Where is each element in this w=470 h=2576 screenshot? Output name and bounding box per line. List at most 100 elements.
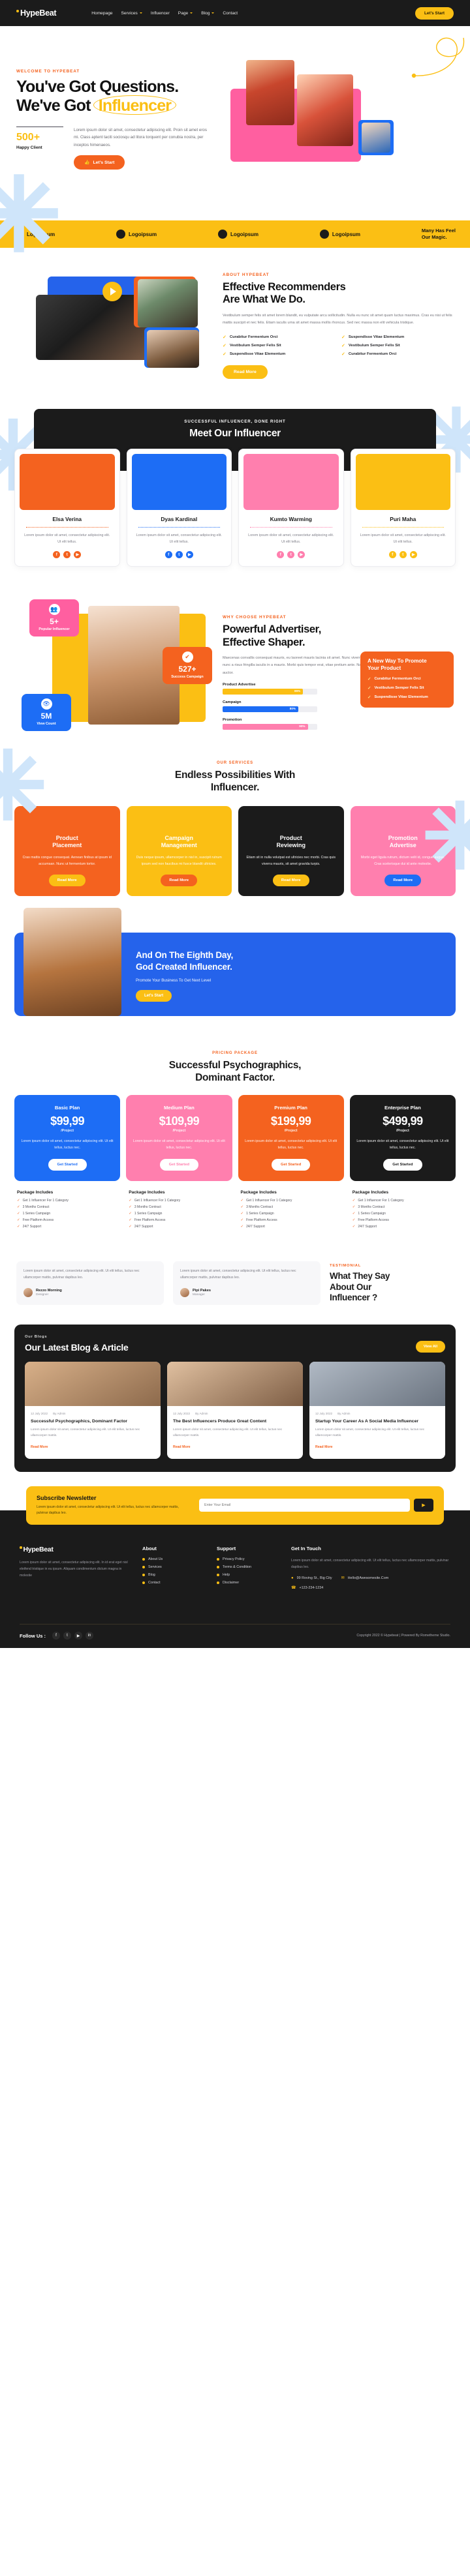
- newsletter-form: ▶: [199, 1499, 433, 1512]
- blog-card[interactable]: 12 July 2022 By Admin The Best Influence…: [167, 1361, 303, 1459]
- service-card-product-placement[interactable]: Product Placement Cras mattis congue con…: [14, 805, 120, 897]
- footer-link-about-us[interactable]: About Us: [142, 1557, 205, 1561]
- newsletter-email-input[interactable]: [199, 1499, 410, 1512]
- facebook-icon[interactable]: f: [53, 551, 61, 559]
- footer-socials: f t ▶ in: [52, 1632, 93, 1640]
- youtube-icon[interactable]: ▶: [74, 1632, 82, 1640]
- footer-email[interactable]: ✉ Hello@Awesomesite.Com: [341, 1576, 389, 1581]
- youtube-icon[interactable]: ▶: [185, 551, 193, 559]
- influencer-name: Elsa Verina: [52, 516, 82, 523]
- footer-brand-column: HypeBeat Lorem ipsum dolor sit amet, con…: [20, 1546, 131, 1590]
- nav-label: Influencer: [150, 10, 170, 16]
- testimonial-copy: TESTIMONIAL What They Say About Our Infl…: [330, 1261, 454, 1304]
- plan-get-started-button[interactable]: Get Started: [159, 1158, 198, 1171]
- service-card-promotion-advertise[interactable]: Promotion Advertise Morbi eget ligula ru…: [350, 805, 456, 897]
- check-icon: ✓: [368, 676, 371, 681]
- twitter-icon[interactable]: t: [175, 551, 183, 559]
- footer-link-blog[interactable]: Blog: [142, 1573, 205, 1577]
- pricing-card-enterprise[interactable]: Enterprise Plan $499,99 /Project Lorem i…: [349, 1095, 456, 1181]
- check-icon: ✓: [341, 344, 345, 349]
- facebook-icon[interactable]: f: [388, 551, 396, 559]
- service-read-more-button[interactable]: Read More: [384, 875, 422, 887]
- blog-post-title: Successful Psychographics, Dominant Fact…: [31, 1418, 128, 1424]
- influencer-card[interactable]: Kumto Warming Lorem ipsum dolor sit amet…: [238, 449, 344, 567]
- twitter-icon[interactable]: t: [63, 1632, 71, 1640]
- influencer-card[interactable]: Dyas Kardinal Lorem ipsum dolor sit amet…: [126, 449, 232, 567]
- header-cta-button[interactable]: Let's Start: [415, 7, 454, 20]
- youtube-icon[interactable]: ▶: [409, 551, 417, 559]
- youtube-icon[interactable]: ▶: [298, 551, 306, 559]
- hero-start-button[interactable]: 👍 Let's Start: [74, 155, 125, 170]
- pricing-card-premium[interactable]: Premium Plan $199,99 /Project Lorem ipsu…: [238, 1095, 344, 1181]
- testimonial-title-line2: About Our: [330, 1281, 372, 1292]
- facebook-icon[interactable]: f: [52, 1632, 60, 1640]
- check-icon: ✓: [352, 1224, 356, 1229]
- footer-link-terms[interactable]: Terms & Condition: [217, 1565, 279, 1569]
- blog-read-more-link[interactable]: Read More: [315, 1445, 333, 1449]
- nav-item-services[interactable]: Services: [121, 11, 142, 16]
- service-read-more-button[interactable]: Read More: [48, 875, 86, 887]
- promo-item-label: Suspendisse Vitae Elementum: [374, 695, 428, 699]
- nav-item-homepage[interactable]: Homepage: [91, 11, 112, 16]
- features-column: Package Includes ✓ Get 1 Influencer For 1…: [126, 1190, 232, 1229]
- badge-number: 5M: [40, 711, 52, 721]
- check-icon: ✓: [17, 1224, 20, 1229]
- influencer-card[interactable]: Puri Maha Lorem ipsum dolor sit amet, co…: [350, 449, 456, 567]
- plan-name: Medium Plan: [163, 1105, 195, 1111]
- nav-item-influencer[interactable]: Influencer: [151, 11, 170, 16]
- footer-link-help[interactable]: Help: [217, 1573, 279, 1577]
- check-item: ✓ Suspendisse Vitae Elementum: [223, 352, 335, 357]
- cta-start-button[interactable]: Let's Start: [136, 989, 172, 1002]
- footer-link-services[interactable]: Services: [142, 1565, 205, 1569]
- blog-title: Our Latest Blog & Article: [25, 1341, 129, 1353]
- about-read-more-button[interactable]: Read More: [223, 365, 268, 380]
- pricing-card-medium[interactable]: Medium Plan $109,99 /Project Lorem ipsum…: [126, 1095, 232, 1181]
- service-read-more-button[interactable]: Read More: [272, 875, 309, 887]
- nav-item-blog[interactable]: Blog: [201, 11, 215, 16]
- pricing-card-basic[interactable]: Basic Plan $99,99 /Project Lorem ipsum d…: [14, 1095, 121, 1181]
- linkedin-icon[interactable]: in: [86, 1632, 93, 1640]
- blog-card[interactable]: 12 July 2022 By Admin Successful Psychog…: [25, 1361, 161, 1459]
- twitter-icon[interactable]: t: [63, 551, 71, 559]
- footer-phone[interactable]: ☎ +123-234-1234: [291, 1585, 323, 1591]
- footer-link-disclaimer[interactable]: Disclaimer: [217, 1581, 279, 1585]
- twitter-icon[interactable]: t: [399, 551, 407, 559]
- service-card-product-reviewing[interactable]: Product Reviewing Etiam sit in nulla vol…: [238, 805, 344, 897]
- nav-item-page[interactable]: Page: [178, 11, 193, 16]
- facebook-icon[interactable]: f: [277, 551, 285, 559]
- twitter-icon[interactable]: t: [287, 551, 295, 559]
- influencer-desc: Lorem ipsum dolor sit amet, consectetur …: [136, 533, 222, 545]
- play-button-icon[interactable]: [102, 282, 122, 301]
- youtube-icon[interactable]: ▶: [74, 551, 82, 559]
- nav-label: Homepage: [91, 10, 113, 16]
- blog-read-more-link[interactable]: Read More: [173, 1445, 191, 1449]
- footer-link-privacy-policy[interactable]: Privacy Policy: [217, 1557, 279, 1561]
- plan-get-started-button[interactable]: Get Started: [48, 1158, 87, 1171]
- site-footer: HypeBeat Lorem ipsum dolor sit amet, con…: [0, 1510, 470, 1649]
- plan-period: /Project: [172, 1129, 186, 1133]
- check-icon: ✓: [240, 1205, 244, 1209]
- service-read-more-button[interactable]: Read More: [161, 875, 198, 887]
- nav-item-contact[interactable]: Contact: [223, 11, 238, 16]
- testimonial-quote: Lorem ipsum dolor sit amet, consectetur …: [24, 1268, 140, 1280]
- plan-name: Enterprise Plan: [384, 1105, 421, 1111]
- pricing-features: Package Includes ✓ Get 1 Influencer For 1…: [14, 1190, 456, 1229]
- brand-logo[interactable]: HypeBeat: [16, 8, 57, 18]
- blog-card[interactable]: 12 July 2022 By Admin Startup Your Caree…: [309, 1361, 445, 1459]
- facebook-icon[interactable]: f: [164, 551, 172, 559]
- blog-read-more-link[interactable]: Read More: [31, 1445, 48, 1449]
- cta-subtitle: Promote Your Business To Get Next Level: [136, 978, 212, 983]
- footer-link-contact[interactable]: Contact: [142, 1581, 205, 1585]
- footer-logo[interactable]: HypeBeat: [20, 1546, 131, 1553]
- check-icon: ✓: [17, 1205, 20, 1209]
- feature-item: ✓ 1 Series Campaign: [352, 1212, 453, 1216]
- blog-view-all-button[interactable]: View All: [415, 1340, 445, 1353]
- newsletter-submit-button[interactable]: ▶: [414, 1499, 433, 1512]
- plan-get-started-button[interactable]: Get Started: [272, 1158, 311, 1171]
- influencer-photo: [355, 454, 450, 511]
- influencer-card[interactable]: Elsa Verina Lorem ipsum dolor sit amet, …: [14, 449, 120, 567]
- progress-bar-row: Promotion 90%: [223, 718, 454, 730]
- bullet-icon: [142, 1565, 145, 1568]
- plan-get-started-button[interactable]: Get Started: [383, 1158, 422, 1171]
- service-card-campaign-management[interactable]: Campaign Management Duis neque ipsum, ul…: [126, 805, 232, 897]
